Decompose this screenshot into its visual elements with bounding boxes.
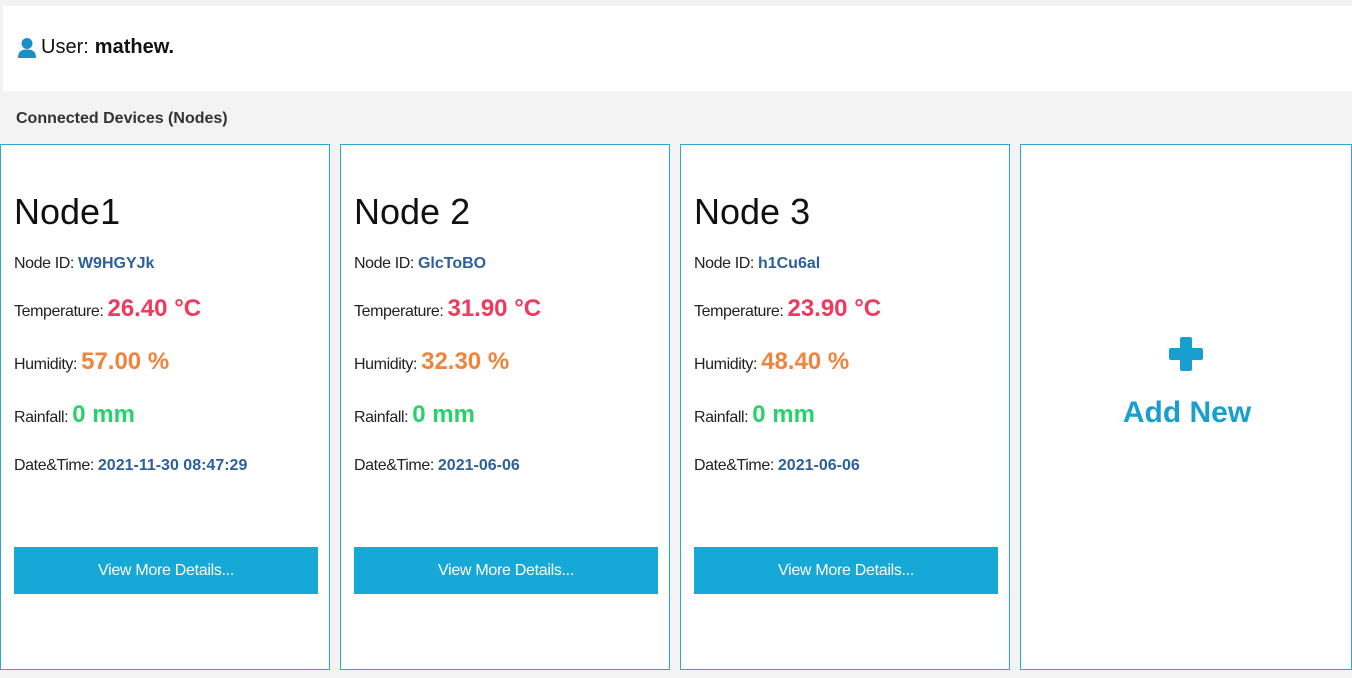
node-id-row: Node ID: W9HGYJk bbox=[14, 255, 154, 273]
view-more-details-button[interactable]: View More Details... bbox=[14, 547, 318, 594]
node-title: Node 3 bbox=[694, 191, 811, 232]
datetime-row: Date&Time: 2021-06-06 bbox=[354, 457, 520, 475]
temperature-label: Temperature: bbox=[694, 303, 784, 320]
user-info: User: mathew. bbox=[17, 36, 174, 59]
temperature-row: Temperature: 23.90 °C bbox=[694, 295, 881, 323]
rainfall-value: 0 mm bbox=[72, 401, 135, 428]
temperature-label: Temperature: bbox=[354, 303, 444, 320]
humidity-value: 57.00 % bbox=[81, 348, 170, 375]
humidity-row: Humidity: 32.30 % bbox=[354, 348, 509, 376]
rainfall-label: Rainfall: bbox=[354, 409, 409, 426]
node-id-value: h1Cu6al bbox=[757, 255, 821, 272]
humidity-label: Humidity: bbox=[354, 356, 418, 373]
node-card: Node 2 Node ID: GlcToBO Temperature: 31.90… bbox=[340, 144, 670, 670]
datetime-label: Date&Time: bbox=[354, 457, 434, 474]
temperature-row: Temperature: 26.40 °C bbox=[14, 295, 201, 323]
rainfall-row: Rainfall: 0 mm bbox=[14, 401, 135, 429]
humidity-value: 32.30 % bbox=[421, 348, 510, 375]
node-id-value: W9HGYJk bbox=[77, 255, 155, 272]
temperature-row: Temperature: 31.90 °C bbox=[354, 295, 541, 323]
add-new-card[interactable]: Add New bbox=[1020, 144, 1352, 670]
rainfall-label: Rainfall: bbox=[14, 409, 69, 426]
node-id-label: Node ID: bbox=[354, 255, 414, 272]
humidity-value: 48.40 % bbox=[761, 348, 850, 375]
node-id-label: Node ID: bbox=[14, 255, 74, 272]
humidity-row: Humidity: 48.40 % bbox=[694, 348, 849, 376]
node-card: Node 3 Node ID: h1Cu6al Temperature: 23.90… bbox=[680, 144, 1010, 670]
node-card: Node1 Node ID: W9HGYJk Temperature: 26.40 … bbox=[0, 144, 330, 670]
node-id-row: Node ID: h1Cu6al bbox=[694, 255, 820, 273]
user-icon bbox=[17, 37, 37, 59]
node-id-value: GlcToBO bbox=[417, 255, 487, 272]
datetime-value: 2021-06-06 bbox=[777, 457, 860, 474]
node-id-label: Node ID: bbox=[694, 255, 754, 272]
temperature-value: 23.90 °C bbox=[787, 295, 882, 322]
node-title: Node1 bbox=[14, 191, 121, 232]
humidity-label: Humidity: bbox=[694, 356, 758, 373]
user-name: mathew. bbox=[94, 36, 175, 58]
view-more-details-button[interactable]: View More Details... bbox=[694, 547, 998, 594]
datetime-label: Date&Time: bbox=[694, 457, 774, 474]
user-label: User: bbox=[41, 36, 89, 58]
section-title: Connected Devices (Nodes) bbox=[16, 110, 228, 127]
datetime-value: 2021-06-06 bbox=[437, 457, 520, 474]
temperature-value: 31.90 °C bbox=[447, 295, 542, 322]
rainfall-row: Rainfall: 0 mm bbox=[354, 401, 475, 429]
datetime-value: 2021-11-30 08:47:29 bbox=[97, 457, 248, 474]
node-title: Node 2 bbox=[354, 191, 471, 232]
rainfall-value: 0 mm bbox=[752, 401, 815, 428]
datetime-row: Date&Time: 2021-11-30 08:47:29 bbox=[14, 457, 247, 475]
rainfall-value: 0 mm bbox=[412, 401, 475, 428]
view-more-details-button[interactable]: View More Details... bbox=[354, 547, 658, 594]
rainfall-row: Rainfall: 0 mm bbox=[694, 401, 815, 429]
node-id-row: Node ID: GlcToBO bbox=[354, 255, 486, 273]
temperature-value: 26.40 °C bbox=[107, 295, 202, 322]
humidity-label: Humidity: bbox=[14, 356, 78, 373]
rainfall-label: Rainfall: bbox=[694, 409, 749, 426]
humidity-row: Humidity: 57.00 % bbox=[14, 348, 169, 376]
temperature-label: Temperature: bbox=[14, 303, 104, 320]
datetime-label: Date&Time: bbox=[14, 457, 94, 474]
header-bar: User: mathew. bbox=[3, 6, 1352, 91]
plus-icon bbox=[1169, 337, 1203, 371]
datetime-row: Date&Time: 2021-06-06 bbox=[694, 457, 860, 475]
add-new-label: Add New bbox=[1122, 396, 1252, 429]
